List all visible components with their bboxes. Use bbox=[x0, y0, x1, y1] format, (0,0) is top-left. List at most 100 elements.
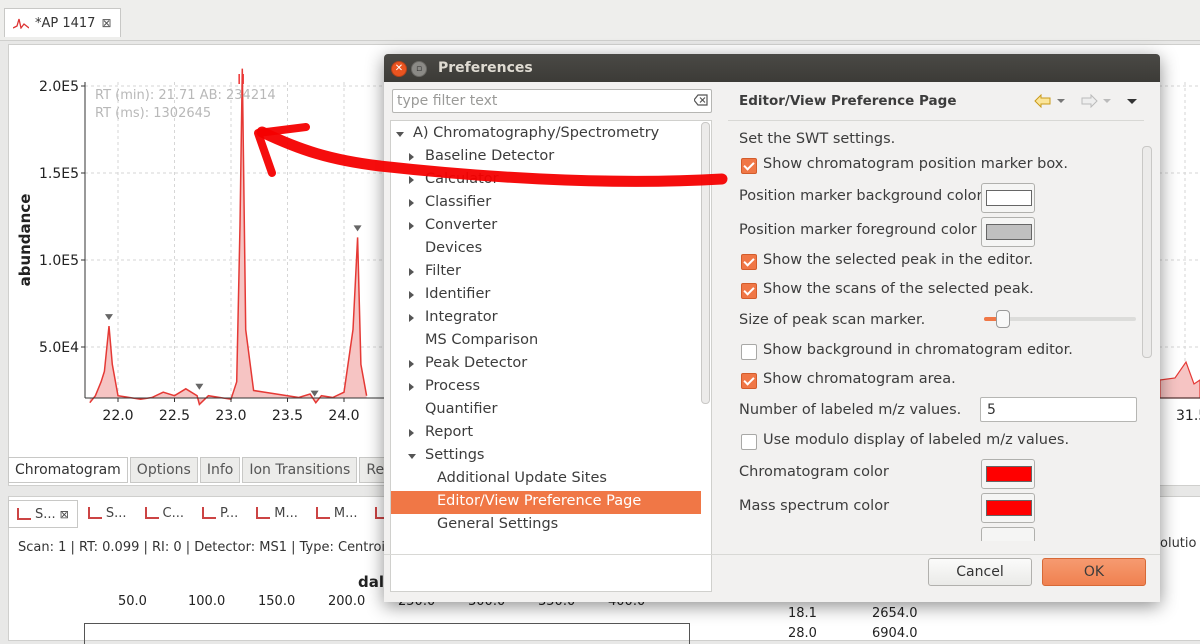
editor-bottom-tab[interactable]: Chromatogram bbox=[8, 457, 128, 483]
position-marker-label: Show chromatogram position marker box. bbox=[763, 156, 1068, 172]
collapsed-arrow-icon[interactable] bbox=[409, 291, 414, 299]
close-window-icon[interactable]: ✕ bbox=[391, 61, 407, 77]
tree-item-label: Baseline Detector bbox=[425, 148, 555, 164]
position-marker-checkbox[interactable] bbox=[741, 158, 757, 174]
tree-item[interactable]: Filter bbox=[391, 261, 701, 284]
clear-filter-icon[interactable] bbox=[694, 94, 708, 106]
forward-history-dropdown-icon[interactable] bbox=[1102, 96, 1112, 106]
selected-peak-checkbox[interactable] bbox=[741, 254, 757, 270]
lower-view-tab[interactable]: C... bbox=[137, 500, 192, 526]
tree-item[interactable]: Report bbox=[391, 422, 701, 445]
tree-item[interactable]: A) Chromatography/Spectrometry bbox=[391, 123, 701, 146]
lower-view-tab[interactable]: M... bbox=[248, 500, 306, 526]
cancel-button[interactable]: Cancel bbox=[928, 558, 1032, 586]
scan-icon bbox=[87, 507, 102, 519]
close-tab-icon[interactable]: ⊠ bbox=[101, 16, 111, 30]
tree-item[interactable]: Process bbox=[391, 376, 701, 399]
lower-view-tab-label: M... bbox=[333, 505, 358, 521]
peak-scans-label: Show the scans of the selected peak. bbox=[763, 281, 1034, 297]
modulo-display-checkbox[interactable] bbox=[741, 434, 757, 450]
marker-fg-color-button[interactable] bbox=[981, 217, 1035, 247]
tree-item-label: Converter bbox=[425, 217, 498, 233]
collapsed-arrow-icon[interactable] bbox=[409, 222, 414, 230]
marker-bg-color-button[interactable] bbox=[981, 183, 1035, 213]
tree-item[interactable]: Baseline Detector bbox=[391, 146, 701, 169]
labeled-mz-input[interactable] bbox=[980, 397, 1137, 422]
filter-input[interactable] bbox=[392, 89, 712, 113]
page-menu-icon[interactable] bbox=[1126, 96, 1138, 106]
tree-scrollbar[interactable] bbox=[700, 120, 710, 590]
editor-tab-title: *AP 1417 bbox=[35, 15, 96, 31]
x-tick-label: 22.5 bbox=[159, 408, 190, 424]
tree-item-label: Identifier bbox=[425, 286, 491, 302]
back-history-dropdown-icon[interactable] bbox=[1056, 96, 1066, 106]
lower-view-tab-label: C... bbox=[162, 505, 185, 521]
editor-tab-bar bbox=[0, 0, 1200, 41]
tree-item[interactable]: Editor/View Preference Page bbox=[391, 491, 701, 514]
tree-item[interactable]: MS Comparison bbox=[391, 330, 701, 353]
marker-fg-label: Position marker foreground color bbox=[739, 222, 977, 238]
peak-scans-checkbox[interactable] bbox=[741, 283, 757, 299]
lower-view-tab-label: M... bbox=[274, 505, 298, 521]
lower-view-tab[interactable]: P... bbox=[194, 500, 246, 526]
tree-item[interactable]: Peak Detector bbox=[391, 353, 701, 376]
lower-view-tab[interactable]: M... bbox=[308, 500, 366, 526]
collapsed-arrow-icon[interactable] bbox=[409, 429, 414, 437]
mass-spectrum-color-button[interactable] bbox=[981, 493, 1035, 523]
background-checkbox[interactable] bbox=[741, 344, 757, 360]
minimize-window-icon[interactable]: ▫ bbox=[411, 61, 427, 77]
ok-button[interactable]: OK bbox=[1042, 558, 1146, 586]
collapsed-arrow-icon[interactable] bbox=[409, 360, 414, 368]
tree-item[interactable]: Additional Update Sites bbox=[391, 468, 701, 491]
tree-item-label: A) Chromatography/Spectrometry bbox=[413, 125, 660, 141]
tree-item[interactable]: Identifier bbox=[391, 284, 701, 307]
dialog-titlebar[interactable]: ✕ ▫ Preferences bbox=[384, 54, 1160, 82]
tree-item[interactable]: General Settings bbox=[391, 514, 701, 537]
editor-view-settings: Set the SWT settings. Show chromatogram … bbox=[728, 121, 1142, 541]
expanded-arrow-icon[interactable] bbox=[408, 454, 416, 459]
tree-item-label: MS Comparison bbox=[425, 332, 539, 348]
chromatogram-area-right bbox=[1159, 360, 1200, 399]
editor-bottom-tab[interactable]: Info bbox=[199, 457, 241, 483]
tree-item-label: Quantifier bbox=[425, 401, 498, 417]
expanded-arrow-icon[interactable] bbox=[396, 132, 404, 137]
page-title: Editor/View Preference Page bbox=[739, 93, 957, 109]
lower-view-tabs: S...⊠S...C...P...M...M...O... bbox=[8, 500, 424, 528]
spectrum-axis-title: dal bbox=[358, 573, 385, 591]
tree-item[interactable]: Quantifier bbox=[391, 399, 701, 422]
settings-scrollbar[interactable] bbox=[1142, 132, 1152, 540]
lower-view-tab[interactable]: S... bbox=[80, 500, 135, 526]
selected-peak-label: Show the selected peak in the editor. bbox=[763, 252, 1034, 268]
peak-marker bbox=[195, 383, 204, 390]
close-tab-icon[interactable]: ⊠ bbox=[60, 508, 69, 521]
collapsed-arrow-icon[interactable] bbox=[409, 383, 414, 391]
editor-tab-ap1417[interactable]: *AP 1417 ⊠ bbox=[4, 8, 121, 37]
peak-marker-size-label: Size of peak scan marker. bbox=[739, 312, 926, 328]
section-label: Set the SWT settings. bbox=[739, 131, 896, 147]
back-arrow-icon[interactable] bbox=[1034, 94, 1052, 108]
chromatogram-icon bbox=[13, 18, 29, 29]
preference-tree: A) Chromatography/Spectrometry Baseline D… bbox=[390, 120, 712, 592]
collapsed-arrow-icon[interactable] bbox=[409, 314, 414, 322]
collapsed-arrow-icon[interactable] bbox=[409, 153, 414, 161]
editor-bottom-tab[interactable]: Ion Transitions bbox=[242, 457, 358, 483]
chart-icon bbox=[256, 507, 271, 519]
chromatogram-color-button[interactable] bbox=[981, 459, 1035, 489]
collapsed-arrow-icon[interactable] bbox=[409, 199, 414, 207]
collapsed-arrow-icon[interactable] bbox=[409, 268, 414, 276]
tree-item[interactable]: Calculator bbox=[391, 169, 701, 192]
forward-arrow-icon[interactable] bbox=[1080, 94, 1098, 108]
background-label: Show background in chromatogram editor. bbox=[763, 342, 1073, 358]
tree-item[interactable]: Devices bbox=[391, 238, 701, 261]
chromatogram-area-checkbox[interactable] bbox=[741, 373, 757, 389]
cut-off-color-button[interactable] bbox=[981, 527, 1035, 541]
peak-marker-size-slider[interactable] bbox=[996, 310, 1011, 328]
tree-item[interactable]: Integrator bbox=[391, 307, 701, 330]
lower-view-tab[interactable]: S... ⊠ bbox=[8, 500, 78, 528]
collapsed-arrow-icon[interactable] bbox=[409, 176, 414, 184]
tree-item[interactable]: Classifier bbox=[391, 192, 701, 215]
tree-item[interactable]: Converter bbox=[391, 215, 701, 238]
lower-view-tab-label: P... bbox=[220, 505, 239, 521]
tree-item[interactable]: Settings bbox=[391, 445, 701, 468]
editor-bottom-tab[interactable]: Options bbox=[129, 457, 198, 483]
